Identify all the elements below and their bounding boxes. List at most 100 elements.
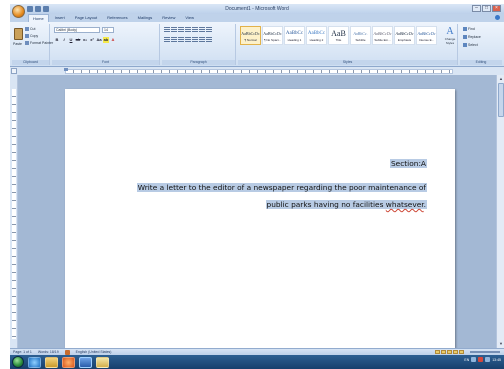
- vertical-scrollbar[interactable]: ▲ ▼: [496, 75, 504, 348]
- pilcrow-icon[interactable]: [206, 27, 212, 33]
- minimize-button[interactable]: –: [472, 5, 481, 12]
- internet-explorer-icon[interactable]: [28, 356, 41, 368]
- bullets-icon[interactable]: [164, 27, 170, 33]
- system-tray: EN 13:45: [464, 357, 501, 362]
- volume-icon[interactable]: [485, 357, 491, 362]
- font-size-select[interactable]: 14: [102, 27, 114, 33]
- highlight-button[interactable]: ab: [103, 37, 109, 43]
- style-emphasis[interactable]: AaBbCcDc Emphasis: [394, 26, 415, 45]
- document-workspace: Section:A Write a letter to the editor o…: [18, 75, 496, 348]
- style-name: ¶ Normal: [244, 38, 257, 42]
- style-subtitle[interactable]: AaBbCc. Subtitle: [350, 26, 371, 45]
- style-heading-2[interactable]: AaBbCc Heading 2: [306, 26, 327, 45]
- style-no-spacing[interactable]: AaBbCcDc ¶ No Spaci...: [262, 26, 283, 45]
- scroll-down-icon[interactable]: ▼: [498, 341, 504, 347]
- input-language[interactable]: EN: [464, 358, 469, 362]
- format-painter-button[interactable]: Format Painter: [25, 41, 53, 45]
- change-case-button[interactable]: Aa: [96, 37, 102, 43]
- document-page[interactable]: Section:A Write a letter to the editor o…: [65, 89, 455, 348]
- clock[interactable]: 13:45: [492, 358, 501, 362]
- maximize-button[interactable]: □: [482, 5, 491, 12]
- style-normal[interactable]: AaBbCcDc ¶ Normal: [240, 26, 261, 45]
- underline-button[interactable]: U: [68, 37, 74, 43]
- style-heading-1[interactable]: AaBbCc Heading 1: [284, 26, 305, 45]
- page-count[interactable]: Page: 1 of 1: [13, 350, 32, 354]
- strikethrough-button[interactable]: ab: [75, 37, 81, 43]
- scroll-thumb[interactable]: [498, 83, 504, 117]
- selected-text: Write a letter to the editor of a newspa…: [136, 183, 427, 192]
- close-button[interactable]: ×: [492, 5, 501, 12]
- style-preview: AaBbCc: [307, 31, 326, 36]
- indent-marker[interactable]: [64, 68, 68, 71]
- tab-insert[interactable]: Insert: [51, 14, 69, 22]
- file-explorer-icon[interactable]: [45, 356, 58, 368]
- bold-button[interactable]: B: [54, 37, 60, 43]
- clipboard-group: Paste Cut Copy Format Painter Clipboard: [12, 24, 53, 65]
- folder-icon[interactable]: [96, 356, 109, 368]
- word-taskbar-icon[interactable]: [79, 356, 92, 368]
- sort-icon[interactable]: [199, 27, 205, 33]
- network-icon[interactable]: [471, 357, 477, 362]
- body-line-2[interactable]: public parks having no facilities whatse…: [265, 199, 427, 211]
- font-color-button[interactable]: A: [110, 37, 116, 43]
- select-button[interactable]: Select: [463, 43, 478, 47]
- align-left-icon[interactable]: [164, 37, 170, 43]
- subscript-button[interactable]: x₂: [82, 37, 88, 43]
- tab-home[interactable]: Home: [28, 14, 49, 22]
- justify-icon[interactable]: [185, 37, 191, 43]
- proofing-icon[interactable]: [64, 349, 70, 355]
- tab-page-layout[interactable]: Page Layout: [71, 14, 101, 22]
- tab-mailings[interactable]: Mailings: [134, 14, 157, 22]
- style-intense-emphasis[interactable]: AaBbCcDc Intense E...: [416, 26, 437, 45]
- misspelled-word[interactable]: whatsever: [386, 200, 424, 209]
- word-count[interactable]: Words: 18/19: [38, 350, 59, 354]
- copy-icon: [25, 34, 29, 38]
- print-layout-icon[interactable]: [435, 350, 440, 354]
- italic-button[interactable]: I: [61, 37, 67, 43]
- draft-icon[interactable]: [459, 350, 464, 354]
- zoom-slider[interactable]: [470, 351, 500, 353]
- tab-selector[interactable]: [11, 68, 17, 74]
- ruler-scale[interactable]: [65, 69, 453, 74]
- start-button[interactable]: [12, 356, 24, 368]
- style-title[interactable]: AaB Title: [328, 26, 349, 45]
- multilevel-list-icon[interactable]: [178, 27, 184, 33]
- section-heading[interactable]: Section:A: [389, 158, 427, 170]
- style-name: Subtitle: [355, 38, 366, 42]
- web-layout-icon[interactable]: [447, 350, 452, 354]
- selected-text: Section:A: [389, 159, 427, 168]
- paste-button[interactable]: Paste: [13, 42, 22, 46]
- body-line-1[interactable]: Write a letter to the editor of a newspa…: [136, 182, 427, 194]
- help-icon[interactable]: [495, 15, 500, 20]
- antivirus-icon[interactable]: [478, 357, 484, 362]
- font-name-select[interactable]: Calibri (Body): [54, 27, 100, 33]
- paragraph-row-top: [164, 27, 212, 33]
- align-center-icon[interactable]: [171, 37, 177, 43]
- paste-icon[interactable]: [14, 28, 23, 40]
- cut-button[interactable]: Cut: [25, 27, 35, 31]
- change-styles-icon: A: [446, 26, 454, 37]
- find-button[interactable]: Find: [463, 27, 475, 31]
- tab-review[interactable]: Review: [158, 14, 179, 22]
- tab-view[interactable]: View: [181, 14, 198, 22]
- align-right-icon[interactable]: [178, 37, 184, 43]
- decrease-indent-icon[interactable]: [185, 27, 191, 33]
- superscript-button[interactable]: x²: [89, 37, 95, 43]
- increase-indent-icon[interactable]: [192, 27, 198, 33]
- binoculars-icon: [463, 27, 467, 31]
- language-indicator[interactable]: English (United States): [76, 350, 112, 354]
- scroll-up-icon[interactable]: ▲: [498, 76, 504, 82]
- tab-references[interactable]: References: [103, 14, 131, 22]
- office-button[interactable]: [12, 5, 25, 18]
- change-styles-button[interactable]: A Change Styles: [443, 26, 457, 56]
- borders-icon[interactable]: [206, 37, 212, 43]
- replace-button[interactable]: Replace: [463, 35, 481, 39]
- style-subtle-emphasis[interactable]: AaBbCcDc Subtle Em...: [372, 26, 393, 45]
- numbering-icon[interactable]: [171, 27, 177, 33]
- shading-icon[interactable]: [199, 37, 205, 43]
- copy-button[interactable]: Copy: [25, 34, 38, 38]
- full-screen-icon[interactable]: [441, 350, 446, 354]
- outline-icon[interactable]: [453, 350, 458, 354]
- media-player-icon[interactable]: [62, 356, 75, 368]
- line-spacing-icon[interactable]: [192, 37, 198, 43]
